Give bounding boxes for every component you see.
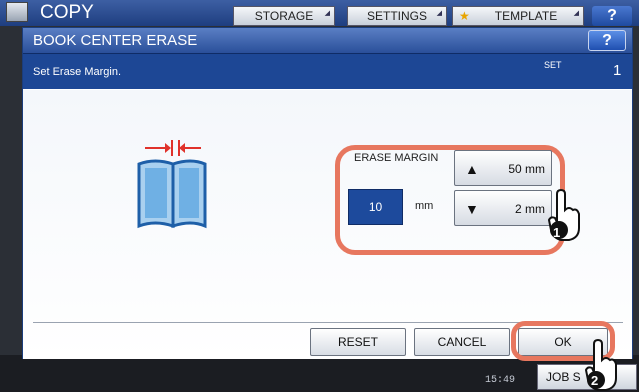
min-value-label: 2 mm xyxy=(515,202,545,216)
increase-button[interactable]: ▲ 50 mm xyxy=(454,150,552,186)
pointing-hand-icon xyxy=(584,338,617,391)
settings-button-label: SETTINGS xyxy=(366,9,427,23)
book-center-erase-icon xyxy=(137,140,207,229)
set-label: SET xyxy=(544,60,562,70)
instruction-bar: Set Erase Margin. SET 1 xyxy=(23,53,632,89)
erase-margin-unit: mm xyxy=(415,200,434,212)
callout-number-2: 2 xyxy=(591,373,599,388)
storage-button-label: STORAGE xyxy=(254,9,314,23)
dropdown-arrow-icon: ◢ xyxy=(436,10,442,17)
storage-button[interactable]: STORAGE ◢ xyxy=(233,6,335,26)
decrease-button[interactable]: ▼ 2 mm xyxy=(454,190,552,226)
template-button-label: TEMPLATE xyxy=(494,9,558,23)
dialog-title-text: BOOK CENTER ERASE xyxy=(33,32,198,49)
erase-margin-panel: ERASE MARGIN 10 mm ▲ 50 mm ▼ 2 mm xyxy=(335,145,565,255)
dropdown-arrow-icon: ◢ xyxy=(573,10,579,17)
dialog-title: BOOK CENTER ERASE xyxy=(23,28,632,53)
dialog-content: ERASE MARGIN 10 mm ▲ 50 mm ▼ 2 mm RESET … xyxy=(23,90,632,361)
pointing-hand-icon xyxy=(547,188,580,241)
settings-button[interactable]: SETTINGS ◢ xyxy=(347,6,447,26)
reset-button[interactable]: RESET xyxy=(310,328,406,356)
max-value-label: 50 mm xyxy=(508,162,545,176)
dropdown-arrow-icon: ◢ xyxy=(324,10,330,17)
erase-margin-label: ERASE MARGIN xyxy=(354,152,439,164)
instruction-text: Set Erase Margin. xyxy=(33,66,122,78)
background-help-button[interactable]: ? xyxy=(592,6,632,26)
callout-number-1: 1 xyxy=(553,225,561,240)
cancel-button[interactable]: CANCEL xyxy=(414,328,510,356)
copy-app-icon xyxy=(6,2,28,22)
dialog-help-button[interactable]: ? xyxy=(588,30,626,51)
star-icon: ★ xyxy=(459,9,470,23)
template-button[interactable]: ★ TEMPLATE ◢ xyxy=(452,6,584,26)
background-app-title: COPY xyxy=(40,2,94,23)
erase-margin-value[interactable]: 10 xyxy=(348,189,403,225)
clock: 15:49 xyxy=(485,375,516,386)
down-arrow-icon: ▼ xyxy=(465,201,479,217)
set-count: 1 xyxy=(613,62,622,79)
book-center-erase-dialog: BOOK CENTER ERASE ? Set Erase Margin. SE… xyxy=(22,27,633,361)
up-arrow-icon: ▲ xyxy=(465,161,479,177)
